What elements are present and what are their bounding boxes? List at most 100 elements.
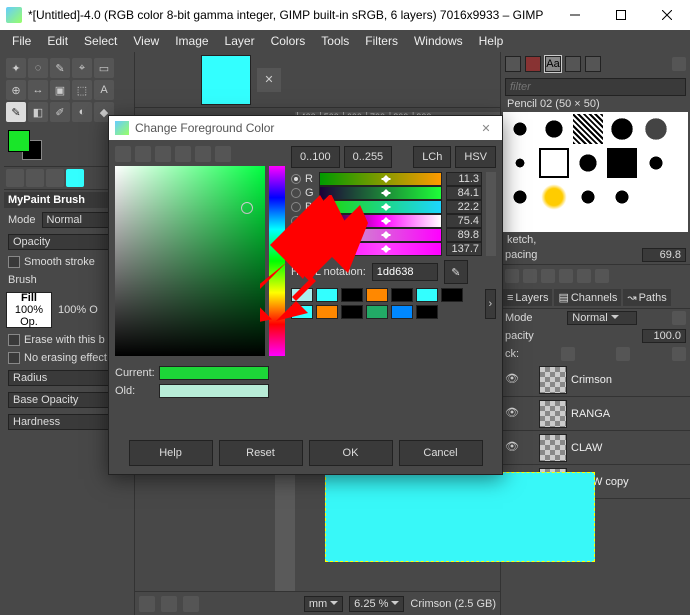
- spin-up[interactable]: [486, 172, 496, 179]
- window-close-button[interactable]: [644, 0, 690, 30]
- menu-layer[interactable]: Layer: [217, 31, 263, 51]
- tool-btn[interactable]: ↔: [28, 80, 48, 100]
- canvas[interactable]: [325, 472, 595, 562]
- history-swatch[interactable]: [341, 305, 363, 319]
- dock-tab-channels[interactable]: ▤ Channels: [554, 289, 621, 306]
- spin-down[interactable]: [486, 207, 496, 214]
- tool-btn[interactable]: ⬚: [72, 80, 92, 100]
- picker-mode-icon[interactable]: [175, 146, 191, 162]
- tool-btn[interactable]: ✦: [6, 58, 26, 78]
- fg-bg-color[interactable]: [8, 130, 48, 160]
- eye-icon[interactable]: 👁: [505, 372, 521, 388]
- hue-slider[interactable]: [269, 166, 285, 356]
- smooth-stroke-checkbox[interactable]: [8, 256, 20, 268]
- history-swatch[interactable]: [416, 305, 438, 319]
- tool-btn[interactable]: ✐: [50, 102, 70, 122]
- status-icon[interactable]: [139, 596, 155, 612]
- history-swatch[interactable]: [366, 288, 388, 302]
- erase-checkbox[interactable]: [8, 334, 20, 346]
- fg-color-swatch[interactable]: [8, 130, 30, 152]
- history-swatch[interactable]: [416, 288, 438, 302]
- menu-select[interactable]: Select: [76, 31, 125, 51]
- menu-image[interactable]: Image: [167, 31, 216, 51]
- brush-grid[interactable]: [503, 112, 688, 232]
- zoom-select[interactable]: 6.25 %: [349, 596, 404, 612]
- channel-value[interactable]: 137.7: [446, 242, 482, 256]
- range-0-255-button[interactable]: 0..255: [344, 146, 393, 168]
- channel-radio[interactable]: [291, 230, 301, 240]
- channel-radio[interactable]: [291, 188, 301, 198]
- add-swatch-button[interactable]: ›: [485, 289, 496, 319]
- eye-icon[interactable]: 👁: [505, 440, 521, 456]
- menu-view[interactable]: View: [125, 31, 167, 51]
- lch-button[interactable]: LCh: [413, 146, 451, 168]
- spin-up[interactable]: [486, 242, 496, 249]
- status-icon[interactable]: [161, 596, 177, 612]
- picker-mode-icon[interactable]: [195, 146, 211, 162]
- tool-btn[interactable]: ⊕: [6, 80, 26, 100]
- dock-menu-icon[interactable]: [672, 57, 686, 71]
- unit-select[interactable]: mm: [304, 596, 343, 612]
- tool-btn[interactable]: ◧: [28, 102, 48, 122]
- window-maximize-button[interactable]: [598, 0, 644, 30]
- menu-file[interactable]: File: [4, 31, 39, 51]
- history-swatch[interactable]: [291, 305, 313, 319]
- history-swatch[interactable]: [316, 288, 338, 302]
- lock-paint-icon[interactable]: [561, 347, 575, 361]
- brush-preview[interactable]: Fill100% Op.: [6, 292, 52, 328]
- spin-up[interactable]: [486, 228, 496, 235]
- dock-tab[interactable]: [6, 169, 24, 187]
- history-swatch[interactable]: [391, 288, 413, 302]
- dock-tab[interactable]: [46, 169, 64, 187]
- channel-radio[interactable]: [291, 174, 301, 184]
- picker-mode-icon[interactable]: [215, 146, 231, 162]
- spin-down[interactable]: [486, 221, 496, 228]
- channel-radio[interactable]: [291, 244, 301, 254]
- channel-slider[interactable]: [319, 242, 442, 256]
- menu-edit[interactable]: Edit: [39, 31, 76, 51]
- mode-switch-icon[interactable]: [672, 311, 686, 325]
- channel-radio[interactable]: [291, 216, 301, 226]
- picker-mode-icon[interactable]: [135, 146, 151, 162]
- range-0-100-button[interactable]: 0..100: [291, 146, 340, 168]
- help-button[interactable]: Help: [129, 440, 213, 466]
- tool-btn[interactable]: ▭: [94, 58, 114, 78]
- brush-action-icon[interactable]: [505, 269, 519, 283]
- brush-action-icon[interactable]: [595, 269, 609, 283]
- dock-tab[interactable]: [525, 56, 541, 72]
- tool-btn[interactable]: ✎: [50, 58, 70, 78]
- tool-btn[interactable]: ◐: [72, 102, 92, 122]
- lock-alpha-icon[interactable]: [672, 347, 686, 361]
- spin-up[interactable]: [486, 186, 496, 193]
- color-field[interactable]: [115, 166, 265, 356]
- reset-button[interactable]: Reset: [219, 440, 303, 466]
- history-swatch[interactable]: [441, 288, 463, 302]
- menu-colors[interactable]: Colors: [263, 31, 314, 51]
- history-swatch[interactable]: [316, 305, 338, 319]
- lock-position-icon[interactable]: [616, 347, 630, 361]
- brush-action-icon[interactable]: [577, 269, 591, 283]
- dock-tab-paths[interactable]: ↝ Paths: [623, 289, 670, 306]
- layer-row[interactable]: 👁CLAW: [501, 431, 690, 465]
- dialog-close-button[interactable]: ✕: [476, 122, 496, 135]
- channel-value[interactable]: 89.8: [446, 228, 482, 242]
- channel-value[interactable]: 11.3: [446, 172, 482, 186]
- tool-btn[interactable]: A: [94, 80, 114, 100]
- dock-tab[interactable]: [505, 56, 521, 72]
- noerase-checkbox[interactable]: [8, 352, 20, 364]
- history-swatch[interactable]: [291, 288, 313, 302]
- history-swatch[interactable]: [341, 288, 363, 302]
- spin-up[interactable]: [486, 200, 496, 207]
- tool-btn[interactable]: ◌: [28, 58, 48, 78]
- layer-row[interactable]: 👁Crimson: [501, 363, 690, 397]
- history-swatch[interactable]: [391, 305, 413, 319]
- channel-value[interactable]: 22.2: [446, 200, 482, 214]
- dock-tab[interactable]: [585, 56, 601, 72]
- dock-tab[interactable]: [66, 169, 84, 187]
- dock-tab[interactable]: [26, 169, 44, 187]
- spin-up[interactable]: [486, 214, 496, 221]
- tool-btn[interactable]: ⌖: [72, 58, 92, 78]
- history-swatch[interactable]: [366, 305, 388, 319]
- menu-tools[interactable]: Tools: [313, 31, 357, 51]
- tool-btn[interactable]: ▣: [50, 80, 70, 100]
